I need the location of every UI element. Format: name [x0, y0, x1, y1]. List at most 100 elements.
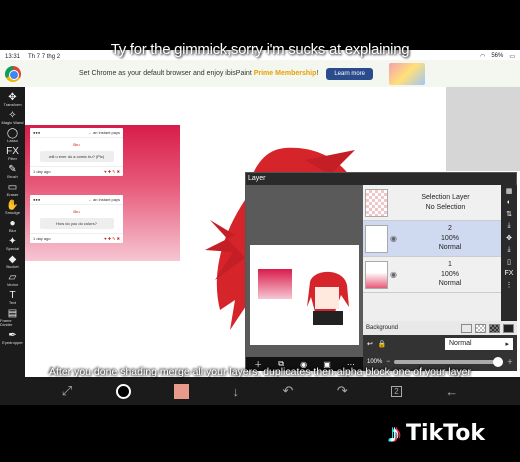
ad-tail: !	[316, 70, 319, 77]
layer-row[interactable]: ◉ 2 100% Normal	[363, 221, 501, 257]
card-actions-icon: ♥ ✚ ✎ ✖	[104, 169, 120, 174]
tool-text[interactable]: T Text	[9, 291, 16, 305]
card-more: ← an instant pays	[87, 197, 120, 202]
ad-highlight: Prime Membership	[253, 70, 317, 77]
tiktok-watermark: ♪ TikTok	[388, 418, 485, 449]
checker-icon[interactable]: ▦	[506, 187, 513, 195]
tool-label: Frame Divider	[0, 318, 13, 327]
layer-info: 2 100% Normal	[399, 224, 501, 252]
move-icon[interactable]: ✥	[506, 234, 512, 242]
redo-icon[interactable]: ↷	[337, 383, 348, 399]
tool-label: Eyedropper	[2, 340, 23, 345]
tool-frame-divider[interactable]: ▤ Frame Divider	[0, 309, 25, 327]
tool-vector[interactable]: ▱ Vector	[7, 273, 18, 287]
layer-count-button[interactable]: 2	[391, 385, 402, 397]
tool-blur[interactable]: ● Blur	[9, 219, 16, 233]
card-footer: 1 day ago ♥ ✚ ✎ ✖	[30, 166, 123, 176]
layer-row[interactable]: ◉ 1 100% Normal	[363, 257, 501, 293]
tool-lasso[interactable]: ◯ Lasso	[7, 129, 18, 143]
merge-icon[interactable]: ⤓	[507, 246, 510, 254]
layer-thumb	[365, 224, 388, 253]
eye-icon[interactable]: ◉	[390, 234, 397, 243]
tool-transform[interactable]: ✥ Transform	[3, 93, 21, 107]
move-down-icon[interactable]: ⤓	[507, 222, 510, 230]
delete-icon[interactable]: ▯	[507, 258, 511, 266]
slider-knob[interactable]	[492, 356, 503, 367]
tiktok-brand: TikTok	[406, 421, 486, 446]
blend-mode-value: Normal	[449, 339, 472, 347]
ad-thumbnail	[389, 62, 425, 85]
selection-thumb	[365, 188, 388, 217]
tool-brush[interactable]: ✎ Brush	[7, 165, 17, 179]
clipping-icon[interactable]: ↩	[367, 340, 373, 348]
card-actions-icon: ♥ ✚ ✎ ✖	[104, 236, 120, 241]
transform-icon[interactable]: ⤢	[62, 383, 72, 399]
card-time: 1 day ago	[33, 236, 51, 241]
tool-filter[interactable]: FX Filter	[6, 147, 19, 161]
color-swatch-button[interactable]	[174, 383, 190, 399]
tool-label: Eraser	[6, 192, 19, 197]
opacity-slider[interactable]	[393, 356, 503, 367]
tool-magic-wand[interactable]: ✧ Magic Wand	[1, 111, 23, 125]
tool-label: Blur	[8, 228, 17, 233]
background-label: Background	[366, 325, 399, 331]
selection-status: No Selection	[425, 203, 466, 211]
layer-mode: Normal	[438, 280, 462, 288]
layer-mode: Normal	[438, 244, 462, 252]
bg-checker-swatch[interactable]	[475, 323, 486, 333]
background-row[interactable]: Background	[363, 321, 517, 335]
alpha-lock-icon[interactable]: 🔒	[378, 340, 387, 348]
preview-character	[307, 271, 349, 325]
brush-color-button[interactable]	[115, 383, 131, 399]
tool-eraser[interactable]: ▭ Eraser	[7, 183, 19, 197]
chrome-ad-banner[interactable]: Set Chrome as your default browser and e…	[0, 60, 520, 87]
card-question: How do you do colors?	[39, 218, 114, 229]
layers-list: Selection Layer No Selection ◉ 2 100% No…	[363, 185, 501, 335]
layer-panel-title: Layer	[248, 175, 266, 182]
tool-label: Text	[8, 300, 17, 305]
opacity-value: 100%	[367, 358, 383, 365]
layer-thumb	[365, 260, 388, 289]
selection-layer-name: Selection Layer	[421, 194, 470, 202]
selection-info: Selection Layer No Selection	[390, 193, 501, 212]
message-card-2: ●●● ← an instant pays Bru How do you do c…	[30, 195, 123, 243]
bottom-caption: After you done shading merge all your la…	[49, 366, 471, 378]
learn-more-button[interactable]: Learn more	[326, 67, 373, 80]
tiktok-logo-icon: ♪	[388, 418, 401, 448]
preview-canvas	[250, 245, 359, 345]
screen: 13:31 Th 7 7 thg 2 ◠ 56% ▭ Set Chrome as…	[0, 0, 520, 462]
bottom-toolbar: ⤢ ↓ ↶ ↷ 2 ←	[0, 377, 520, 405]
bg-black-swatch[interactable]	[503, 323, 514, 333]
card-header: ●●● ← an instant pays	[30, 128, 123, 138]
layer-preview: ＋ ⧉ ◉ ▣ ⋯	[246, 185, 363, 371]
mirror-icon[interactable]: ⇅	[506, 210, 512, 218]
card-name: Bru	[73, 209, 80, 214]
minus-icon[interactable]: −	[386, 359, 390, 365]
tool-label: Lasso	[7, 138, 18, 143]
layer-number: 2	[448, 225, 452, 233]
plus-icon[interactable]: ＋	[507, 357, 513, 366]
eye-icon[interactable]: ◉	[390, 270, 397, 279]
blend-row: ↩ 🔒 Normal ▸	[363, 335, 517, 352]
selection-layer-row[interactable]: Selection Layer No Selection	[363, 185, 501, 221]
tool-smudge[interactable]: ✋ Smudge	[5, 201, 20, 215]
contrast-icon[interactable]: ◐	[507, 199, 511, 206]
dots-icon: ●●●	[33, 130, 41, 135]
fx-icon[interactable]: FX	[505, 270, 514, 277]
undo-icon[interactable]: ↶	[283, 383, 294, 399]
chevron-down-icon: ▸	[505, 340, 509, 348]
down-arrow-icon[interactable]: ↓	[233, 384, 240, 399]
tool-special[interactable]: ✦ Special	[6, 237, 19, 251]
bg-white-swatch[interactable]	[461, 323, 472, 333]
tool-eyedropper[interactable]: ✒ Eyedropper	[2, 331, 23, 345]
menu-icon[interactable]: ⋮	[506, 281, 513, 289]
card-header: ●●● ← an instant pays	[30, 195, 123, 205]
bg-dark-checker-swatch[interactable]	[489, 323, 500, 333]
blend-mode-select[interactable]: Normal ▸	[445, 337, 513, 350]
tool-label: Filter	[8, 156, 17, 161]
tool-label: Magic Wand	[1, 120, 24, 125]
back-icon[interactable]: ←	[445, 384, 458, 399]
card-question: will u ever do a comic bu? (Plz)	[39, 151, 114, 162]
chrome-logo-icon	[5, 65, 21, 82]
tool-bucket[interactable]: ◆ Bucket	[6, 255, 18, 269]
